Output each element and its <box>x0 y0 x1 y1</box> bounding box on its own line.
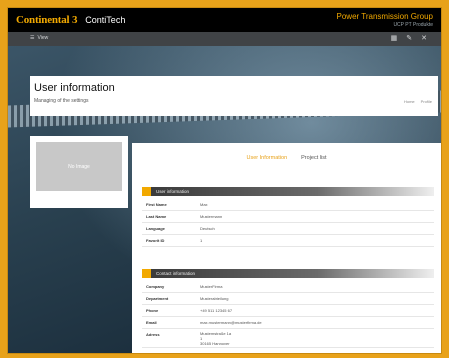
pencil-icon[interactable]: ✎ <box>406 34 412 42</box>
table-row: Phone +49 511 12345 67 <box>142 305 434 317</box>
row-value: MusterFirma <box>200 284 223 289</box>
row-value[interactable]: max.mustermann@musterfirma.de <box>196 317 262 328</box>
table-row: Last Name Mustermann <box>142 211 434 223</box>
contact-info-rows: Company MusterFirma Department Musterabtei… <box>142 281 434 348</box>
user-info-rows: First Name Max Last Name Mustermann Langua… <box>142 199 434 247</box>
breadcrumb-profile[interactable]: Profile <box>421 99 432 104</box>
app-window: Continental 3 ContiTech Power Transmissi… <box>8 8 441 353</box>
table-row: Language Deutsch <box>142 223 434 235</box>
avatar[interactable]: No Image <box>36 142 122 191</box>
table-row: Company MusterFirma <box>142 281 434 293</box>
row-key: Last Name <box>146 214 167 219</box>
nav-icons: ▦ ✎ ✕ <box>391 34 427 42</box>
avatar-label: No Image <box>68 163 90 170</box>
row-value: Mustermann <box>200 214 223 219</box>
row-value: +49 511 12345 67 <box>200 308 233 313</box>
table-row: Department Musterabteilung <box>142 293 434 305</box>
logo[interactable]: Continental 3 ContiTech <box>16 14 125 26</box>
continental-logo: Continental 3 <box>16 14 78 26</box>
brand-block: Power Transmission Group UCP PT Produkte <box>337 12 433 29</box>
view-menu-button[interactable]: ☰ View <box>30 35 48 41</box>
row-value: Musterabteilung <box>200 296 229 301</box>
contact-section-header: Contact information <box>142 269 434 278</box>
row-key: Company <box>146 284 165 289</box>
nav-bar: ☰ View ▦ ✎ ✕ <box>8 32 441 46</box>
row-value: Mustemstraße 1a 1 30165 Hannover <box>200 331 232 346</box>
row-value[interactable]: 1 <box>196 235 202 246</box>
breadcrumb-home[interactable]: Home <box>404 99 415 104</box>
user-section-header: User information <box>142 187 434 196</box>
table-row: First Name Max <box>142 199 434 211</box>
close-icon[interactable]: ✕ <box>421 34 427 42</box>
brand-title: Power Transmission Group <box>336 12 433 21</box>
page-subtitle: Managing of the settings <box>34 98 89 104</box>
row-value: Max <box>200 202 208 207</box>
table-row: Favorit ID 1 <box>142 235 434 247</box>
page-title: User information <box>34 82 115 94</box>
brand-subtitle: UCP PT Produkte <box>393 22 433 28</box>
grid-icon[interactable]: ▦ <box>391 34 398 42</box>
breadcrumb: Home Profile <box>404 99 432 104</box>
info-panel: User Information Project list User infor… <box>132 143 441 353</box>
tab-user-information[interactable]: User Information <box>246 155 287 161</box>
tab-bar: User Information Project list <box>132 155 441 161</box>
table-row: Adress Mustemstraße 1a 1 30165 Hannover <box>142 329 434 348</box>
contitech-logo: ContiTech <box>85 15 126 25</box>
avatar-panel: No Image <box>30 136 128 208</box>
row-key: Phone <box>146 308 159 313</box>
row-key: Favorit ID <box>146 238 165 243</box>
row-key: Email <box>146 320 157 325</box>
row-key: Language <box>146 226 165 231</box>
title-panel: User information Managing of the setting… <box>30 76 438 116</box>
row-key: First Name <box>146 202 167 207</box>
table-row: Email max.mustermann@musterfirma.de <box>142 317 434 329</box>
row-key: Adress <box>146 332 160 337</box>
view-label: View <box>37 35 49 41</box>
row-value[interactable]: Deutsch <box>196 223 215 234</box>
top-header: Continental 3 ContiTech Power Transmissi… <box>8 8 441 32</box>
tab-project-list[interactable]: Project list <box>301 155 326 161</box>
row-key: Department <box>146 296 169 301</box>
menu-icon: ☰ <box>30 35 35 41</box>
